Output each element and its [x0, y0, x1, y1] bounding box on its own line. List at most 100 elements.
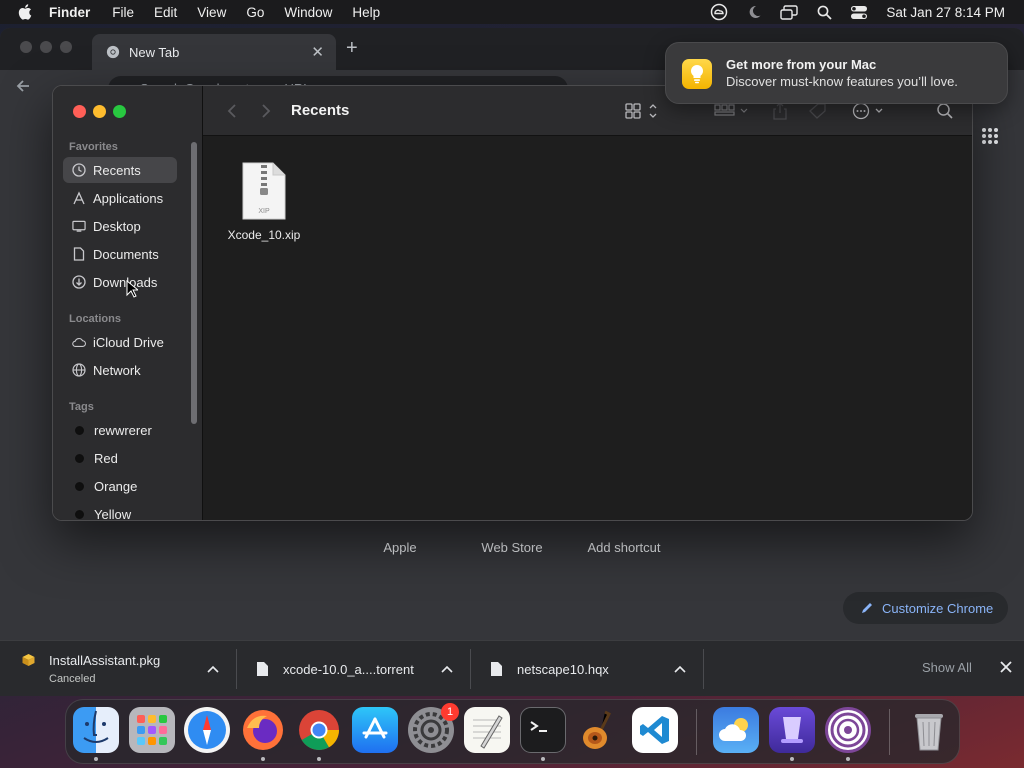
file-icon [257, 662, 268, 676]
download-item-netscape[interactable]: netscape10.hqx [490, 641, 609, 696]
sidebar-item-label: Yellow [94, 506, 132, 521]
view-mode-icon[interactable] [625, 101, 661, 121]
menu-bar: Finder File Edit View Go Window Help Sat… [0, 0, 1024, 24]
sidebar-item-label: Desktop [93, 218, 141, 234]
dock-safari-icon[interactable] [184, 707, 230, 753]
do-not-disturb-moon-icon[interactable] [744, 4, 764, 20]
sidebar-scrollbar[interactable] [191, 142, 197, 424]
chrome-favicon-icon [106, 45, 120, 59]
finder-window: Favorites Recents Applications Desktop D… [52, 85, 973, 521]
sidebar-item-icloud-drive[interactable]: iCloud Drive [63, 329, 177, 355]
apple-menu-icon[interactable] [17, 3, 35, 21]
show-all-downloads-button[interactable]: Show All [922, 660, 972, 675]
dock-garageband-icon[interactable] [576, 707, 622, 753]
menu-help[interactable]: Help [352, 5, 380, 20]
shortcut-apple[interactable]: Apple [350, 540, 450, 555]
menu-file[interactable]: File [112, 5, 134, 20]
menu-go[interactable]: Go [246, 5, 264, 20]
menu-window[interactable]: Window [284, 5, 332, 20]
tag-icon[interactable] [808, 101, 828, 121]
menu-clock[interactable]: Sat Jan 27 8:14 PM [886, 5, 1005, 20]
notification-body: Discover must-know features you’ll love. [726, 74, 958, 89]
dock-trash-icon[interactable] [906, 707, 952, 753]
sidebar-tag-orange[interactable]: Orange [63, 473, 177, 499]
spotlight-search-icon[interactable] [814, 4, 834, 20]
download-status: Canceled [49, 673, 96, 685]
search-icon[interactable] [936, 101, 954, 121]
sidebar-item-applications[interactable]: Applications [63, 185, 177, 211]
chrome-new-tab-button[interactable]: + [346, 37, 358, 60]
dock-app-store-icon[interactable] [352, 707, 398, 753]
minimize-button[interactable] [93, 105, 106, 118]
running-indicator [541, 757, 545, 761]
chrome-tab-new-tab[interactable]: New Tab ✕ [92, 34, 336, 70]
close-download-shelf-icon[interactable] [999, 660, 1013, 674]
applications-icon [72, 191, 86, 205]
group-by-icon[interactable] [714, 101, 752, 121]
sidebar-item-downloads[interactable]: Downloads [63, 269, 177, 295]
sidebar-item-network[interactable]: Network [63, 357, 177, 383]
tips-notification[interactable]: Get more from your Mac Discover must-kno… [665, 42, 1008, 104]
sidebar-item-label: Orange [94, 478, 138, 494]
tag-color-dot [75, 481, 84, 491]
chevron-up-icon[interactable] [207, 665, 219, 673]
sidebar-item-documents[interactable]: Documents [63, 241, 177, 267]
creative-cloud-icon[interactable] [709, 3, 729, 21]
sidebar-tag-yellow[interactable]: Yellow [63, 501, 177, 521]
svg-text:XIP: XIP [258, 208, 270, 215]
chevron-up-icon[interactable] [441, 665, 453, 673]
menu-edit[interactable]: Edit [154, 5, 177, 20]
sidebar-section-favorites: Favorites [69, 141, 118, 153]
chrome-tab-close-icon[interactable]: ✕ [311, 43, 324, 61]
screen-mirroring-icon[interactable] [779, 4, 799, 20]
finder-content-area[interactable]: XIP Xcode_10.xip [203, 136, 972, 520]
google-apps-grid-icon[interactable] [981, 127, 999, 145]
menu-app-name[interactable]: Finder [49, 5, 90, 20]
close-button[interactable] [73, 105, 86, 118]
file-item[interactable]: XIP Xcode_10.xip [223, 162, 305, 242]
forward-chevron-icon[interactable] [259, 103, 273, 119]
mouse-pointer-icon [126, 280, 138, 298]
shortcut-add-shortcut[interactable]: Add shortcut [574, 540, 674, 555]
notification-badge: 1 [441, 703, 459, 721]
sidebar-tag-rewwrerer[interactable]: rewwrerer [63, 417, 177, 443]
menu-view[interactable]: View [197, 5, 226, 20]
desktop-icon [72, 219, 86, 233]
pencil-icon [862, 603, 872, 613]
download-item-installassistant[interactable]: InstallAssistant.pkg Canceled [20, 641, 160, 696]
chrome-minimize-button[interactable] [40, 41, 52, 53]
dock-configurator-icon[interactable] [769, 707, 815, 753]
sidebar-item-desktop[interactable]: Desktop [63, 213, 177, 239]
customize-chrome-button[interactable]: Customize Chrome [843, 592, 1008, 624]
dock-tor-browser-icon[interactable] [825, 707, 871, 753]
chrome-zoom-button[interactable] [60, 41, 72, 53]
tag-color-dot [75, 425, 84, 435]
file-icon [491, 662, 502, 676]
dock-terminal-icon[interactable] [520, 707, 566, 753]
dock-chrome-icon[interactable] [296, 707, 342, 753]
dock-launchpad-icon[interactable] [129, 707, 175, 753]
back-chevron-icon[interactable] [225, 103, 239, 119]
chrome-close-button[interactable] [20, 41, 32, 53]
sidebar-item-label: Red [94, 450, 118, 466]
shortcut-web-store[interactable]: Web Store [462, 540, 562, 555]
chrome-back-icon[interactable] [14, 77, 32, 95]
dock-textedit-icon[interactable] [464, 707, 510, 753]
dock: 1 [65, 699, 960, 764]
dock-vscode-icon[interactable] [632, 707, 678, 753]
dock-finder-icon[interactable] [73, 707, 119, 753]
download-item-xcode-torrent[interactable]: xcode-10.0_a....torrent [256, 641, 414, 696]
sidebar-item-label: Documents [93, 246, 159, 262]
dock-weather-icon[interactable] [713, 707, 759, 753]
dock-firefox-icon[interactable] [240, 707, 286, 753]
finder-sidebar: Favorites Recents Applications Desktop D… [53, 86, 203, 520]
share-icon[interactable] [772, 101, 788, 121]
sidebar-item-recents[interactable]: Recents [63, 157, 177, 183]
more-actions-icon[interactable] [852, 101, 888, 121]
cloud-icon [72, 335, 86, 349]
control-center-icon[interactable] [849, 4, 869, 20]
zoom-button[interactable] [113, 105, 126, 118]
sidebar-tag-red[interactable]: Red [63, 445, 177, 471]
tag-color-dot [75, 453, 84, 463]
chevron-up-icon[interactable] [674, 665, 686, 673]
